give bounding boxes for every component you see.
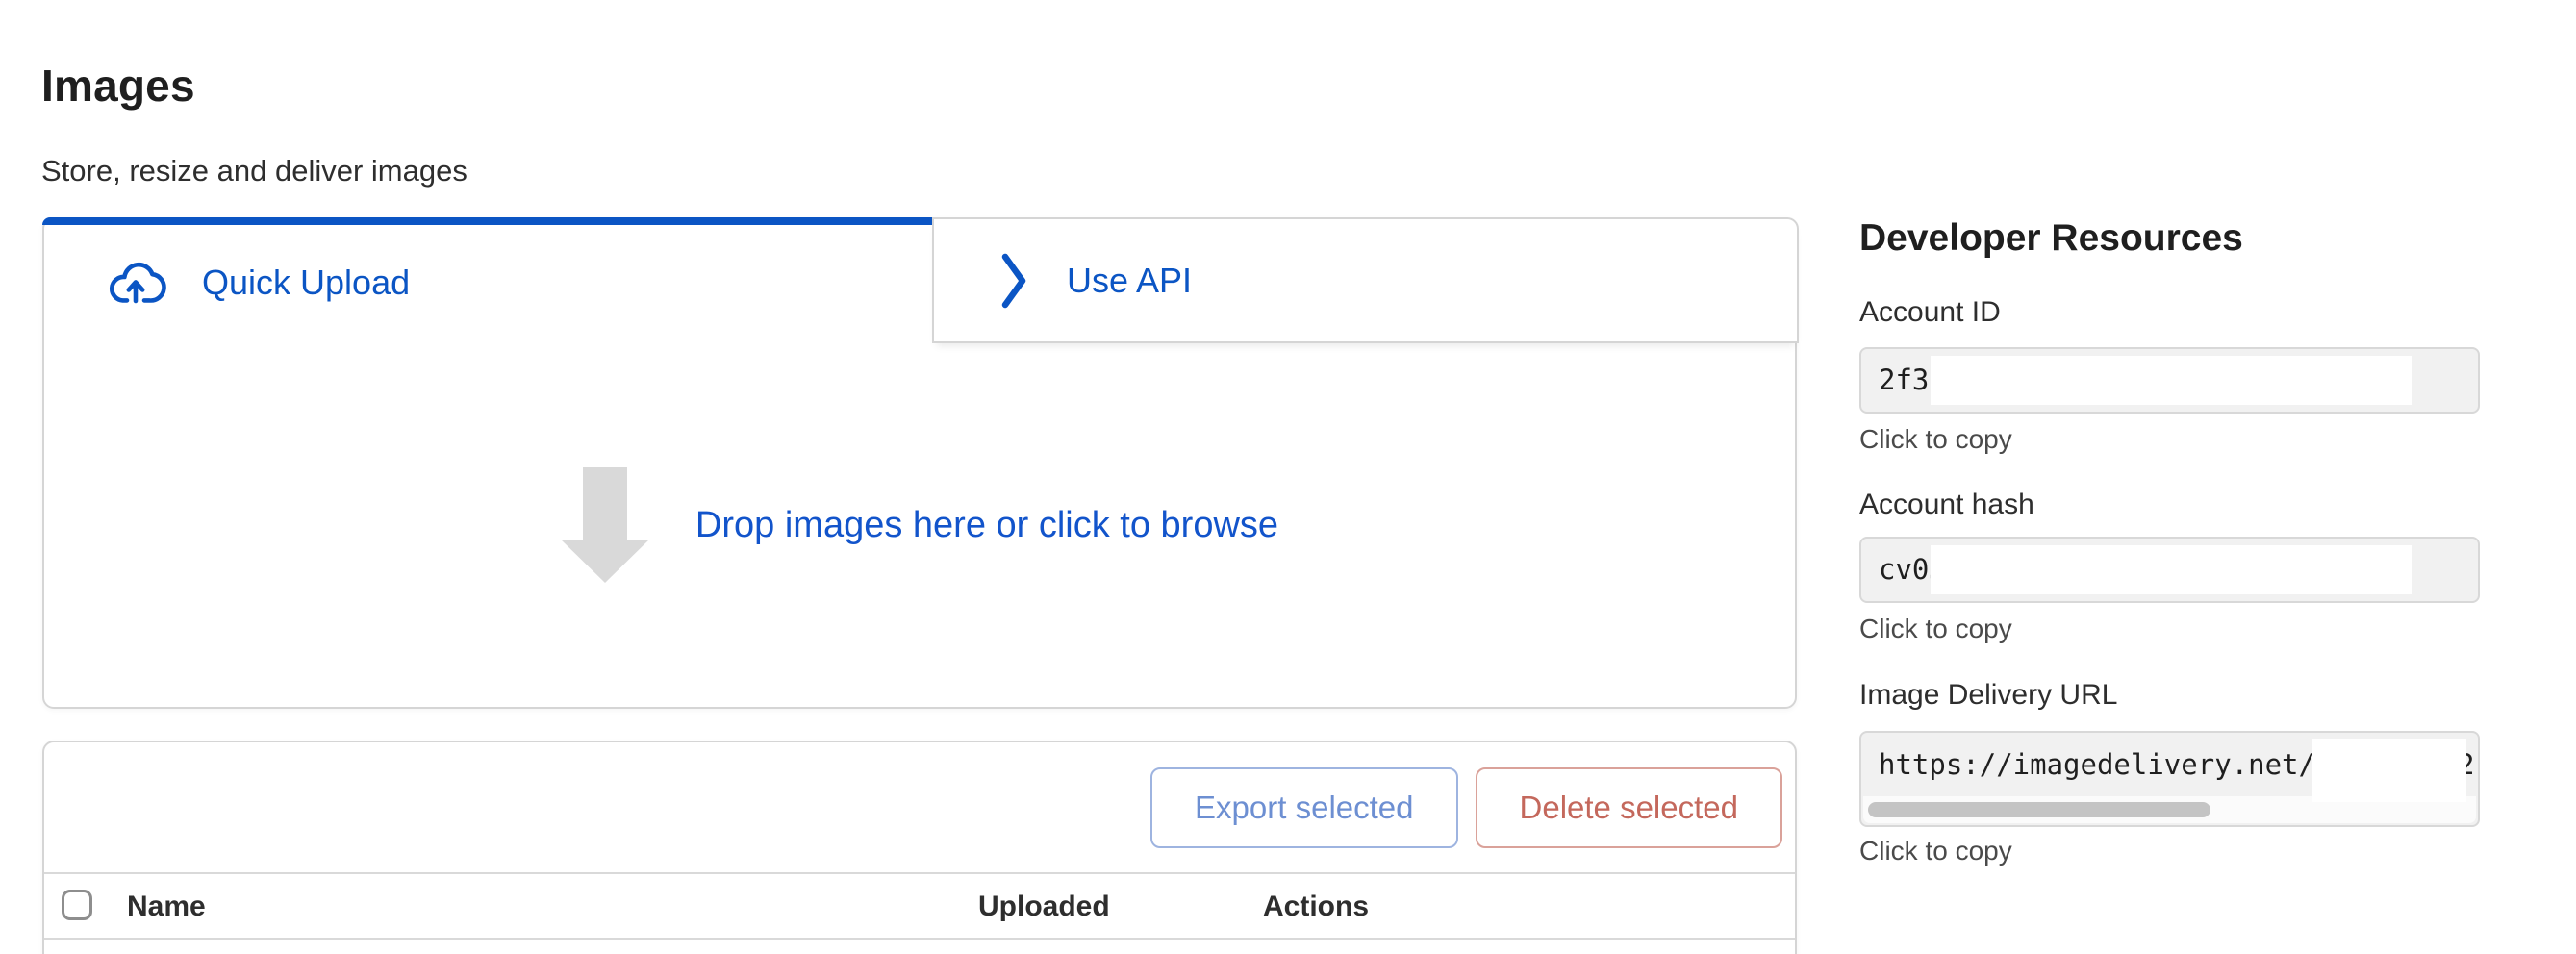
- column-header-name: Name: [127, 891, 206, 923]
- image-delivery-url-copy-hint: Click to copy: [1859, 836, 2012, 866]
- export-selected-button[interactable]: Export selected: [1150, 767, 1457, 848]
- select-all-checkbox[interactable]: [62, 890, 92, 920]
- account-hash-redaction: [1931, 545, 2412, 594]
- arrow-down-icon: [561, 467, 649, 583]
- tab-use-api-label: Use API: [1067, 261, 1192, 301]
- images-page: Images Store, resize and deliver images …: [0, 0, 2576, 954]
- tab-use-api[interactable]: Use API: [932, 217, 1799, 343]
- account-hash-label: Account hash: [1859, 489, 2034, 521]
- image-delivery-url-redaction: [2312, 739, 2466, 802]
- account-id-label: Account ID: [1859, 296, 2001, 329]
- account-hash-copy-hint: Click to copy: [1859, 614, 2012, 644]
- page-subtitle: Store, resize and deliver images: [41, 154, 467, 188]
- horizontal-scrollbar-thumb[interactable]: [1868, 802, 2210, 817]
- image-delivery-url-label: Image Delivery URL: [1859, 679, 2117, 712]
- image-dropzone[interactable]: Drop images here or click to browse: [44, 343, 1795, 707]
- column-header-actions: Actions: [1263, 891, 1369, 923]
- list-toolbar: Export selected Delete selected: [44, 742, 1795, 872]
- account-id-copy-hint: Click to copy: [1859, 424, 2012, 455]
- developer-resources-heading: Developer Resources: [1859, 217, 2243, 260]
- delete-selected-button[interactable]: Delete selected: [1476, 767, 1782, 848]
- page-title: Images: [41, 60, 195, 112]
- tab-quick-upload-label: Quick Upload: [202, 263, 410, 303]
- chevron-right-icon: [1001, 252, 1026, 310]
- account-hash-field[interactable]: cv0J: [1859, 537, 2480, 603]
- cloud-upload-icon: [104, 260, 167, 306]
- account-id-field[interactable]: 2f3d: [1859, 347, 2480, 414]
- image-delivery-url-field[interactable]: https://imagedelivery.net/cv0JSj 2: [1859, 731, 2480, 827]
- column-header-uploaded: Uploaded: [978, 891, 1110, 923]
- upload-panel: Quick Upload Use API Drop images here or…: [42, 217, 1797, 709]
- table-header-row: Name Uploaded Actions: [44, 872, 1795, 940]
- image-list-panel: Export selected Delete selected Name Upl…: [42, 741, 1797, 954]
- tab-quick-upload[interactable]: Quick Upload: [44, 223, 932, 341]
- account-id-redaction: [1931, 356, 2412, 405]
- dropzone-label: Drop images here or click to browse: [695, 505, 1278, 546]
